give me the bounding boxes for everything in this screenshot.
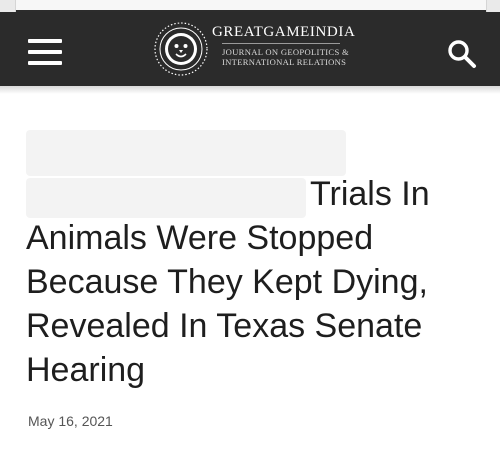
header-shadow: [0, 86, 500, 94]
lion-emblem-logo-icon[interactable]: [154, 22, 208, 76]
browser-top-strip: [0, 0, 500, 14]
redacted-region: [26, 130, 346, 176]
publish-date: May 16, 2021: [28, 413, 113, 429]
site-header: GREATGAMEINDIA Journal on Geopolitics & …: [0, 12, 500, 86]
brand-divider: [222, 43, 340, 44]
hamburger-menu-icon[interactable]: [28, 39, 64, 65]
article-title: Trials In Animals Were Stopped Because T…: [26, 175, 430, 389]
site-name[interactable]: GREATGAMEINDIA: [212, 24, 355, 41]
site-tagline: Journal on Geopolitics & International R…: [222, 47, 349, 67]
search-icon[interactable]: [446, 38, 478, 70]
